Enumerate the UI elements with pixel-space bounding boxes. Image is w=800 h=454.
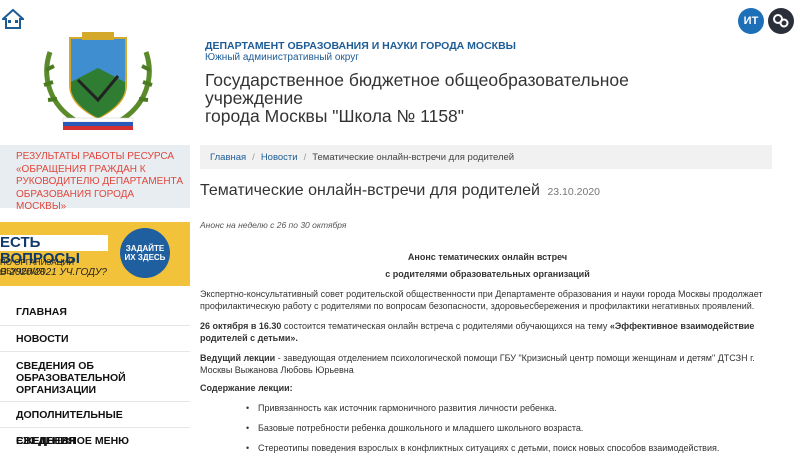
announcement-heading: Анонс тематических онлайн встреч	[407, 252, 568, 262]
banner-year: В 2020/2021 УЧ.ГОДУ?	[0, 267, 107, 278]
list-item: Базовые потребности ребенка дошкольного …	[246, 423, 776, 443]
breadcrumb-separator: /	[252, 151, 255, 163]
breadcrumb-current: Тематические онлайн-встречи для родителе…	[312, 151, 515, 163]
menu-item-home[interactable]: ГЛАВНАЯ	[0, 299, 190, 325]
breadcrumb-home[interactable]: Главная	[210, 152, 246, 163]
breadcrumb: Главная / Новости / Тематические онлайн-…	[200, 145, 772, 169]
lecturer-paragraph: Ведущий лекции - заведующая отделением п…	[200, 353, 775, 376]
page-title: Тематические онлайн-встречи для родителе…	[200, 182, 600, 200]
menu-item-additional-info[interactable]: ДОПОЛНИТЕЛЬНЫЕ СВЕДЕНИЯ	[0, 401, 190, 447]
school-name-line2: города Москвы "Школа № 1158"	[205, 106, 465, 126]
breadcrumb-news[interactable]: Новости	[261, 152, 298, 163]
banner-title: ЕСТЬ ВОПРОСЫ	[0, 235, 108, 267]
district-name: Южный административный округ	[205, 52, 359, 63]
sidebar: РЕЗУЛЬТАТЫ РАБОТЫ РЕСУРСА «ОБРАЩЕНИЯ ГРА…	[0, 145, 190, 212]
school-name-line1: Государственное бюджетное общеобразовате…	[205, 70, 629, 108]
list-item: Привязанность как источник гармоничного …	[246, 403, 776, 423]
coat-of-arms-logo[interactable]	[38, 30, 158, 130]
lecture-contents-heading: Содержание лекции:	[200, 383, 293, 393]
lecturer-text: - заведующая отделением психологической …	[200, 353, 755, 375]
lecture-contents-list: Привязанность как источник гармоничного …	[246, 403, 776, 454]
breadcrumb-separator: /	[303, 151, 307, 163]
announcement-subheading: с родителями образовательных организаций	[385, 269, 590, 279]
intro-paragraph: Экспертно-консультативный совет родитель…	[200, 289, 763, 311]
school-name: Государственное бюджетное общеобразовате…	[205, 71, 725, 125]
menu-item-daily-menu[interactable]: ЕЖЕДНЕВНОЕ МЕНЮ	[0, 427, 190, 453]
list-item: Стереотипы поведения взрослых в конфликт…	[246, 443, 776, 454]
event-datetime: 26 октября в 16.30	[200, 321, 282, 331]
menu-item-organization-info[interactable]: СВЕДЕНИЯ ОБ ОБРАЗОВАТЕЛЬНОЙ ОРГАНИЗАЦИИ	[0, 351, 190, 401]
event-text: состоится тематическая онлайн встреча с …	[281, 321, 610, 331]
menu-item-news[interactable]: НОВОСТИ	[0, 325, 190, 351]
main-menu: ГЛАВНАЯ НОВОСТИ СВЕДЕНИЯ ОБ ОБРАЗОВАТЕЛЬ…	[0, 299, 190, 453]
publish-date: 23.10.2020	[547, 186, 601, 198]
results-link[interactable]: РЕЗУЛЬТАТЫ РАБОТЫ РЕСУРСА «ОБРАЩЕНИЯ ГРА…	[16, 151, 184, 214]
results-box: РЕЗУЛЬТАТЫ РАБОТЫ РЕСУРСА «ОБРАЩЕНИЯ ГРА…	[0, 145, 190, 212]
event-paragraph: 26 октября в 16.30 состоится тематическа…	[200, 321, 775, 344]
page-title-text: Тематические онлайн-встречи для родителе…	[200, 182, 540, 199]
lecturer-label: Ведущий лекции	[200, 353, 276, 363]
questions-banner[interactable]: ЕСТЬ ВОПРОСЫ ПО ОРГАНИЗАЦИИ ОБУЧЕНИЯ В 2…	[0, 222, 190, 286]
announcement-period: Анонс на неделю с 26 по 30 октября	[200, 220, 347, 230]
ask-here-badge[interactable]: ЗАДАЙТЕ ИХ ЗДЕСЬ	[120, 228, 170, 278]
site-header: ДЕПАРТАМЕНТ ОБРАЗОВАНИЯ И НАУКИ ГОРОДА М…	[0, 0, 800, 140]
department-name[interactable]: ДЕПАРТАМЕНТ ОБРАЗОВАНИЯ И НАУКИ ГОРОДА М…	[205, 40, 516, 52]
